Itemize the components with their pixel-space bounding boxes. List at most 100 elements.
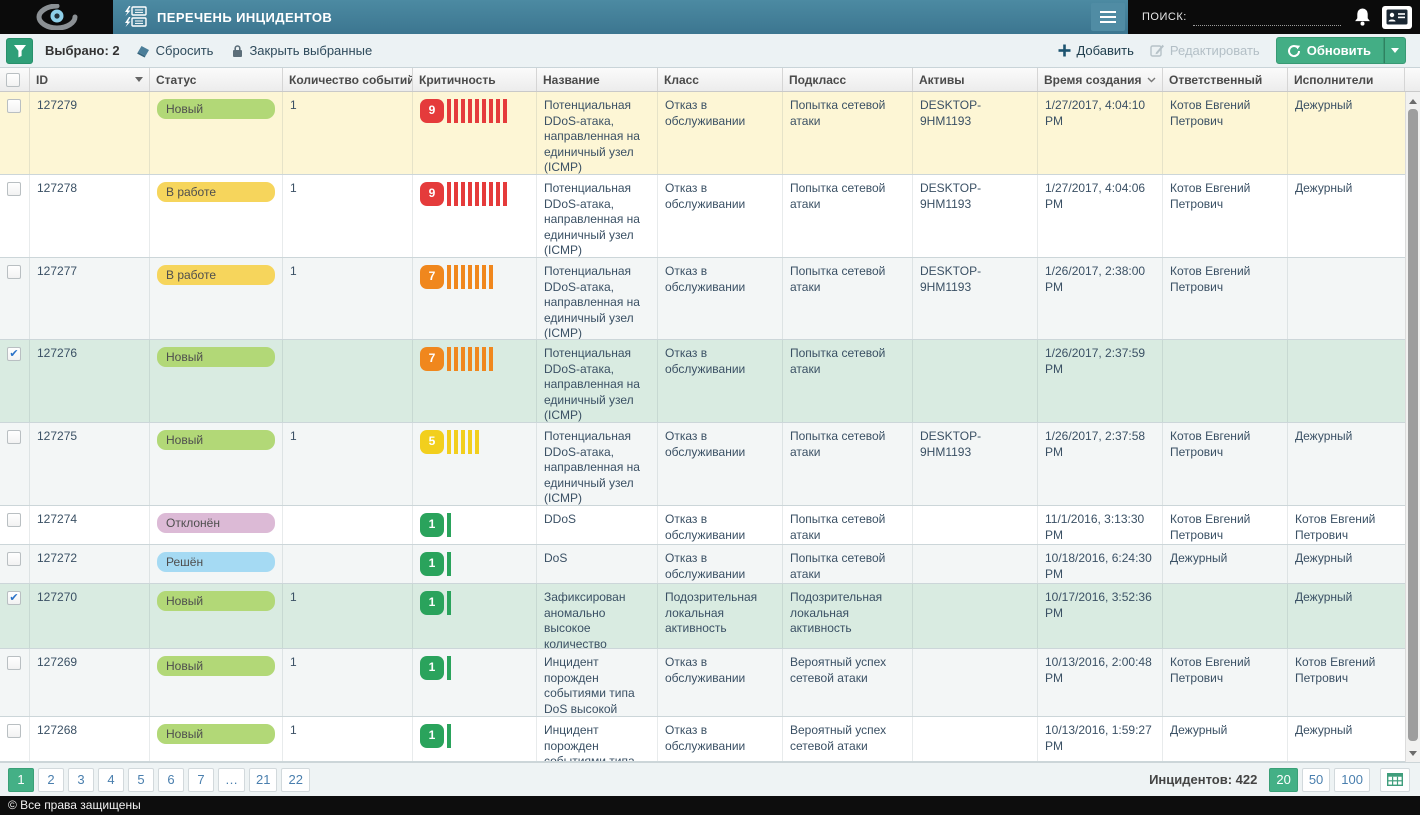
notifications-bell-icon[interactable]: [1353, 7, 1372, 27]
page-button-5[interactable]: 5: [128, 768, 154, 792]
cell-executors: Дежурный: [1288, 92, 1405, 174]
table-header: IDСтатусКоличество событийКритичностьНаз…: [0, 68, 1420, 92]
column-header-ID[interactable]: ID: [30, 68, 150, 91]
column-header-Критичность[interactable]: Критичность: [413, 68, 537, 91]
page-button-21[interactable]: 21: [249, 768, 277, 792]
column-header-Исполнители[interactable]: Исполнители: [1288, 68, 1405, 91]
row-checkbox[interactable]: ✔: [7, 591, 21, 605]
row-checkbox[interactable]: ✔: [7, 347, 21, 361]
incident-row-127268[interactable]: 127268Новый11Инцидент порожден событиями…: [0, 717, 1405, 762]
column-header-Количество событий[interactable]: Количество событий: [283, 68, 413, 91]
row-select-cell: [0, 175, 30, 257]
page-button-22[interactable]: 22: [281, 768, 309, 792]
sort-down-icon: [1147, 77, 1156, 83]
scrollbar-thumb[interactable]: [1408, 109, 1418, 741]
close-selected-button[interactable]: Закрыть выбранные: [231, 43, 372, 58]
page-button-7[interactable]: 7: [188, 768, 214, 792]
criticality-value: 1: [420, 552, 444, 576]
column-header-Подкласс[interactable]: Подкласс: [783, 68, 913, 91]
eraser-icon: [136, 44, 151, 58]
criticality-stripe: [496, 99, 500, 123]
column-header-Название[interactable]: Название: [537, 68, 658, 91]
row-checkbox[interactable]: [7, 552, 21, 566]
criticality-indicator: 9: [420, 99, 529, 123]
page-size-button-100[interactable]: 100: [1334, 768, 1370, 792]
cell-event-count: 1: [283, 649, 413, 716]
row-checkbox[interactable]: [7, 182, 21, 196]
page-button-4[interactable]: 4: [98, 768, 124, 792]
reset-button[interactable]: Сбросить: [136, 43, 214, 58]
criticality-stripe: [468, 347, 472, 371]
app-logo[interactable]: [0, 0, 113, 34]
scroll-up-button[interactable]: [1406, 94, 1420, 108]
column-menu-icon[interactable]: [135, 77, 143, 82]
close-selected-label: Закрыть выбранные: [249, 43, 372, 58]
refresh-button[interactable]: Обновить: [1276, 37, 1384, 64]
incident-row-127272[interactable]: 127272Решён1DoSОтказ в обслуживанииПопыт…: [0, 545, 1405, 584]
filter-button[interactable]: [6, 38, 33, 64]
criticality-stripe: [482, 99, 486, 123]
add-button[interactable]: Добавить: [1058, 43, 1133, 58]
cell-class: Отказ в обслуживании: [658, 423, 783, 505]
criticality-stripe: [503, 182, 507, 206]
search-input[interactable]: [1193, 9, 1341, 26]
page-size-button-50[interactable]: 50: [1302, 768, 1330, 792]
cell-status: Решён: [150, 545, 283, 583]
scroll-down-button[interactable]: [1406, 746, 1420, 760]
chevron-down-icon: [1391, 48, 1399, 53]
page-size-button-20[interactable]: 20: [1269, 768, 1297, 792]
cell-event-count: [283, 545, 413, 583]
criticality-stripe: [447, 724, 451, 748]
cell-class: Отказ в обслуживании: [658, 649, 783, 716]
cell-status: Новый: [150, 649, 283, 716]
column-header-Класс[interactable]: Класс: [658, 68, 783, 91]
refresh-dropdown-button[interactable]: [1384, 37, 1406, 64]
incident-row-127269[interactable]: 127269Новый11Инцидент порожден событиями…: [0, 649, 1405, 717]
cell-subclass: Попытка сетевой атаки: [783, 423, 913, 505]
criticality-stripe: [496, 182, 500, 206]
row-checkbox[interactable]: [7, 513, 21, 527]
incident-row-127279[interactable]: 127279Новый19Потенциальная DDoS-атака, н…: [0, 92, 1405, 175]
select-all-checkbox[interactable]: [6, 73, 20, 87]
cell-event-count: 1: [283, 175, 413, 257]
arrow-down-icon: [1409, 751, 1417, 756]
row-checkbox[interactable]: [7, 656, 21, 670]
page-button-6[interactable]: 6: [158, 768, 184, 792]
edit-button-label: Редактировать: [1170, 43, 1260, 58]
page-button-1[interactable]: 1: [8, 768, 34, 792]
criticality-value: 1: [420, 656, 444, 680]
add-button-label: Добавить: [1076, 43, 1133, 58]
edit-button[interactable]: Редактировать: [1150, 43, 1260, 58]
incident-row-127277[interactable]: 127277В работе17Потенциальная DDoS-атака…: [0, 258, 1405, 340]
criticality-stripe: [454, 182, 458, 206]
cell-status: Новый: [150, 584, 283, 648]
criticality-indicator: 7: [420, 265, 529, 289]
cell-executors: Дежурный: [1288, 175, 1405, 257]
page-button-2[interactable]: 2: [38, 768, 64, 792]
incident-row-127278[interactable]: 127278В работе19Потенциальная DDoS-атака…: [0, 175, 1405, 258]
cell-class: Отказ в обслуживании: [658, 258, 783, 339]
column-header-Статус[interactable]: Статус: [150, 68, 283, 91]
user-account-button[interactable]: [1382, 6, 1412, 29]
incident-row-127276[interactable]: ✔127276Новый7Потенциальная DDoS-атака, н…: [0, 340, 1405, 423]
row-select-cell: [0, 717, 30, 761]
column-header-Время создания[interactable]: Время создания: [1038, 68, 1163, 91]
incident-row-127274[interactable]: 127274Отклонён1DDoSОтказ в обслуживанииП…: [0, 506, 1405, 545]
row-checkbox[interactable]: [7, 99, 21, 113]
cell-event-count: 1: [283, 92, 413, 174]
page-button-3[interactable]: 3: [68, 768, 94, 792]
page-ellipsis-button[interactable]: …: [218, 768, 245, 792]
cell-assets: [913, 506, 1038, 544]
status-badge: Новый: [157, 591, 275, 611]
row-checkbox[interactable]: [7, 430, 21, 444]
vertical-scrollbar[interactable]: [1405, 92, 1420, 762]
incident-row-127275[interactable]: 127275Новый15Потенциальная DDoS-атака, н…: [0, 423, 1405, 506]
cell-executors: Дежурный: [1288, 584, 1405, 648]
row-checkbox[interactable]: [7, 265, 21, 279]
grid-settings-button[interactable]: [1380, 768, 1410, 792]
incident-row-127270[interactable]: ✔127270Новый11Зафиксирован аномально выс…: [0, 584, 1405, 649]
row-checkbox[interactable]: [7, 724, 21, 738]
menu-button[interactable]: [1091, 3, 1125, 31]
column-header-Активы[interactable]: Активы: [913, 68, 1038, 91]
column-header-Ответственный[interactable]: Ответственный: [1163, 68, 1288, 91]
